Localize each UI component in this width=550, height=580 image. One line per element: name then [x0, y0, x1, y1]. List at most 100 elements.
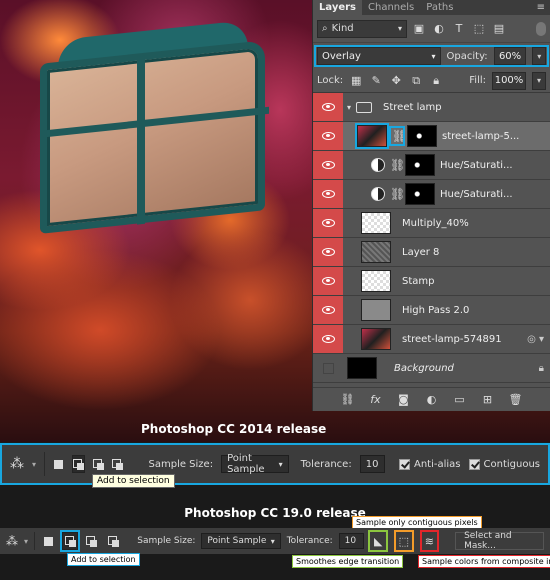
- lock-position-icon[interactable]: ✥: [389, 74, 403, 87]
- tab-paths[interactable]: Paths: [420, 0, 459, 15]
- intersect-selection-button[interactable]: [106, 532, 122, 550]
- filter-kind-select[interactable]: ⌕ Kind ▾: [317, 19, 407, 38]
- tolerance-input[interactable]: 10: [359, 455, 385, 473]
- layer-thumbnail: [361, 212, 391, 234]
- link-icon[interactable]: ⛓: [390, 158, 405, 172]
- tab-channels[interactable]: Channels: [362, 0, 420, 15]
- lock-transparent-icon[interactable]: ▦: [349, 74, 363, 87]
- visibility-eye-icon[interactable]: [313, 93, 343, 121]
- lock-image-icon[interactable]: ✎: [369, 74, 383, 87]
- trash-icon[interactable]: 🗑︎: [509, 393, 523, 406]
- chevron-down-icon: ▾: [278, 459, 283, 469]
- chevron-down-icon[interactable]: ▾: [32, 460, 36, 469]
- add-to-selection-button[interactable]: [71, 455, 85, 473]
- opacity-label: Opacity:: [446, 50, 488, 62]
- tab-layers[interactable]: Layers: [313, 0, 362, 15]
- blend-mode-select[interactable]: Overlay ▾: [317, 47, 441, 65]
- smart-object-filter-icon[interactable]: ▤: [491, 22, 507, 35]
- layer-body: ⛓ Hue/Saturati...: [343, 180, 550, 208]
- chevron-down-icon[interactable]: ▾: [347, 103, 351, 112]
- pixel-filter-icon[interactable]: ▣: [411, 22, 427, 35]
- lock-row: Lock: ▦ ✎ ✥ ⧉ 🔒︎ Fill: 100% ▾: [313, 69, 550, 93]
- search-icon: ⌕: [322, 23, 328, 34]
- layer-row[interactable]: Multiply_40%: [313, 209, 550, 238]
- anti-alias-toggle[interactable]: ◣: [368, 530, 388, 552]
- layer-effects-icon[interactable]: ◎ ▾: [527, 334, 544, 345]
- lock-artboard-icon[interactable]: ⧉: [409, 74, 423, 88]
- layer-name: Hue/Saturati...: [440, 159, 513, 171]
- panel-menu-icon[interactable]: ≡: [537, 2, 545, 13]
- add-selection-icon: [72, 458, 84, 470]
- layer-row-smart-masked[interactable]: ⛓ street-lamp-5...: [313, 122, 550, 151]
- link-icon[interactable]: ⛓: [389, 126, 407, 146]
- chevron-down-icon: ▾: [270, 536, 275, 546]
- layer-row-adjustment[interactable]: ⛓ Hue/Saturati...: [313, 180, 550, 209]
- subtract-selection-button[interactable]: [84, 532, 100, 550]
- visibility-eye-icon[interactable]: [313, 209, 343, 237]
- visibility-eye-icon[interactable]: [313, 325, 343, 353]
- shape-filter-icon[interactable]: ⬚: [471, 22, 487, 35]
- opacity-dropdown-icon[interactable]: ▾: [532, 47, 546, 65]
- adjustment-layer-icon[interactable]: ◐: [425, 393, 439, 406]
- sample-size-select[interactable]: Point Sample ▾: [201, 533, 281, 549]
- visibility-eye-icon[interactable]: [313, 267, 343, 295]
- blend-mode-value: Overlay: [322, 50, 361, 62]
- add-to-selection-button[interactable]: [60, 530, 81, 552]
- layer-body: Background 🔒︎: [343, 354, 550, 382]
- intersect-selection-button[interactable]: [111, 455, 123, 473]
- subtract-selection-button[interactable]: [92, 455, 104, 473]
- fx-icon[interactable]: fx: [369, 393, 383, 406]
- adjustment-icon: [371, 187, 385, 201]
- visibility-eye-icon[interactable]: [313, 180, 343, 208]
- annotation-smoothes: Smoothes edge transition: [292, 555, 404, 568]
- add-mask-icon[interactable]: ◙: [397, 393, 411, 406]
- new-selection-button[interactable]: [53, 455, 64, 473]
- lamp-bar-vertical: [137, 55, 145, 225]
- layer-row-background[interactable]: Background 🔒︎: [313, 354, 550, 383]
- layer-row-group[interactable]: ▾ Street lamp: [313, 93, 550, 122]
- lock-all-icon[interactable]: 🔒︎: [429, 74, 443, 88]
- link-layers-icon[interactable]: ⛓: [341, 393, 355, 406]
- link-icon[interactable]: ⛓: [390, 187, 405, 201]
- layer-row[interactable]: Layer 8: [313, 238, 550, 267]
- anti-alias-checkbox[interactable]: Anti-alias: [398, 458, 461, 470]
- layer-row-smart[interactable]: street-lamp-574891 ◎ ▾: [313, 325, 550, 354]
- fill-dropdown-icon[interactable]: ▾: [532, 71, 546, 90]
- layer-row-adjustment[interactable]: ⛓ Hue/Saturati...: [313, 151, 550, 180]
- options-bar-cc19: ⁂ ▾ Sample Size: Point Sample ▾ Toleranc…: [0, 528, 550, 554]
- type-filter-icon[interactable]: T: [451, 22, 467, 35]
- caption-cc2014: Photoshop CC 2014 release: [141, 422, 327, 436]
- divider: [34, 532, 35, 550]
- filter-kind-label: Kind: [331, 23, 354, 34]
- new-group-icon[interactable]: ▭: [453, 393, 467, 406]
- chevron-down-icon[interactable]: ▾: [24, 537, 28, 546]
- layer-name: Background: [394, 362, 454, 374]
- select-and-mask-button[interactable]: Select and Mask...: [455, 531, 544, 551]
- tolerance-input[interactable]: 10: [338, 533, 365, 549]
- fill-field[interactable]: 100%: [492, 71, 526, 90]
- layer-name: High Pass 2.0: [402, 304, 470, 316]
- filter-toggle[interactable]: [536, 21, 546, 36]
- fill-label: Fill:: [469, 75, 486, 86]
- adjustment-filter-icon[interactable]: ◐: [431, 22, 447, 35]
- visibility-eye-icon[interactable]: [313, 296, 343, 324]
- layer-mask-thumbnail: [405, 183, 435, 205]
- layer-row[interactable]: High Pass 2.0: [313, 296, 550, 325]
- magic-wand-icon[interactable]: ⁂: [10, 456, 24, 472]
- contiguous-toggle[interactable]: ⬚: [394, 530, 414, 552]
- opacity-field[interactable]: 60%: [493, 47, 527, 65]
- visibility-eye-icon[interactable]: [313, 122, 343, 150]
- annotation-add-to-selection: Add to selection: [67, 553, 140, 566]
- sample-size-select[interactable]: Point Sample ▾: [221, 453, 289, 475]
- visibility-eye-icon[interactable]: [313, 238, 343, 266]
- magic-wand-icon[interactable]: ⁂: [6, 534, 18, 548]
- new-layer-icon[interactable]: ⊞: [481, 393, 495, 406]
- visibility-eye-icon[interactable]: [313, 354, 343, 382]
- sample-all-layers-toggle[interactable]: ≋: [419, 530, 440, 552]
- subtract-selection-icon: [86, 535, 98, 547]
- layer-body: street-lamp-574891 ◎ ▾: [343, 325, 550, 353]
- new-selection-button[interactable]: [41, 532, 57, 550]
- visibility-eye-icon[interactable]: [313, 151, 343, 179]
- layer-row[interactable]: Stamp: [313, 267, 550, 296]
- contiguous-checkbox[interactable]: Contiguous: [468, 458, 540, 470]
